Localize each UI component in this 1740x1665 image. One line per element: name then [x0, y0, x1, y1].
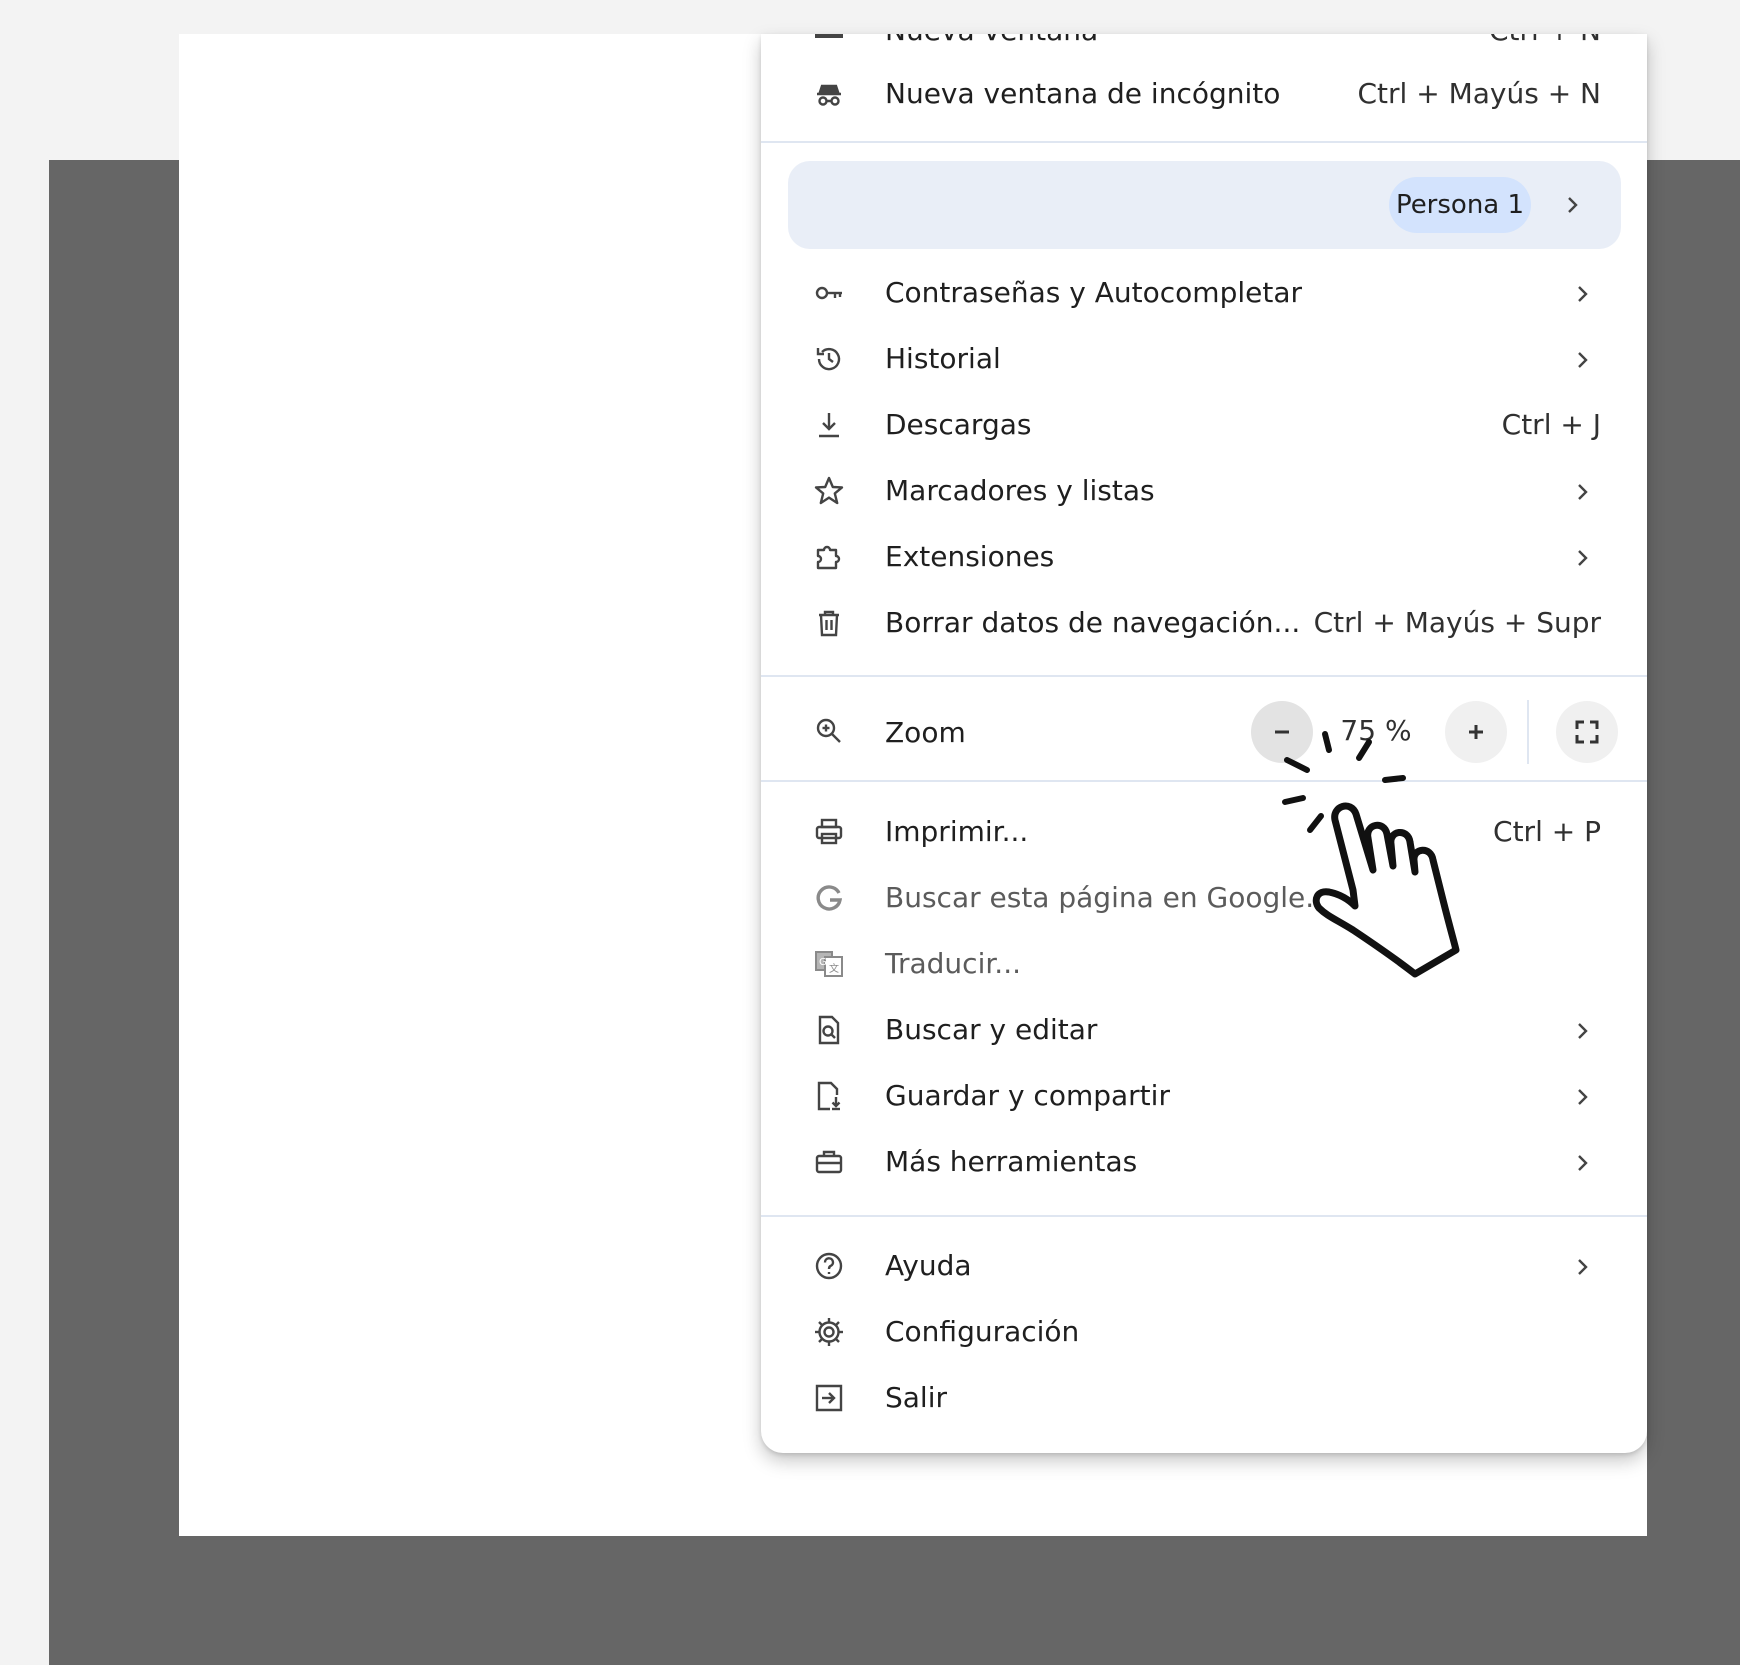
menu-item-extensions[interactable]: Extensiones	[761, 527, 1647, 587]
fullscreen-button[interactable]	[1556, 701, 1618, 763]
print-icon	[813, 816, 845, 848]
chevron-right-icon	[1573, 1151, 1593, 1175]
zoom-row: Zoom 75 %	[761, 680, 1647, 784]
passwords-label: Contraseñas y Autocompletar	[885, 276, 1302, 309]
translate-icon: G 文	[813, 948, 845, 980]
settings-label: Configuración	[885, 1315, 1080, 1348]
menu-item-print[interactable]: Imprimir... Ctrl + P	[761, 802, 1647, 862]
svg-text:G: G	[819, 957, 827, 968]
puzzle-icon	[813, 541, 845, 573]
zoom-out-button[interactable]	[1251, 701, 1313, 763]
downloads-shortcut: Ctrl + J	[1501, 408, 1601, 441]
clear-data-shortcut: Ctrl + Mayús + Supr	[1313, 606, 1601, 639]
zoom-label: Zoom	[885, 716, 966, 749]
menu-item-history[interactable]: Historial	[761, 329, 1647, 389]
chevron-right-icon	[1573, 1019, 1593, 1043]
incognito-icon	[813, 78, 845, 110]
chevron-right-icon	[1573, 282, 1593, 306]
separator	[761, 780, 1647, 782]
separator	[761, 675, 1647, 677]
history-icon	[813, 343, 845, 375]
toolbox-icon	[813, 1146, 845, 1178]
menu-item-more-tools[interactable]: Más herramientas	[761, 1132, 1647, 1192]
chevron-right-icon	[1573, 348, 1593, 372]
trash-icon	[813, 607, 845, 639]
key-icon	[813, 277, 845, 309]
bookmarks-label: Marcadores y listas	[885, 474, 1155, 507]
find-icon	[813, 1014, 845, 1046]
clear-data-label: Borrar datos de navegación...	[885, 606, 1301, 639]
profile-row[interactable]: Persona 1	[788, 161, 1621, 249]
history-label: Historial	[885, 342, 1001, 375]
separator	[761, 141, 1647, 143]
profile-name-pill: Persona 1	[1389, 177, 1531, 233]
incognito-shortcut: Ctrl + Mayús + N	[1357, 77, 1601, 110]
menu-item-downloads[interactable]: Descargas Ctrl + J	[761, 395, 1647, 455]
incognito-label: Nueva ventana de incógnito	[885, 77, 1281, 110]
chevron-right-icon	[1563, 193, 1583, 217]
chevron-right-icon	[1573, 1255, 1593, 1279]
svg-text:文: 文	[829, 962, 839, 975]
menu-item-find-edit[interactable]: Buscar y editar	[761, 1000, 1647, 1060]
save-share-icon	[813, 1080, 845, 1112]
download-icon	[813, 409, 845, 441]
search-google-label: Buscar esta página en Google...	[885, 881, 1332, 914]
menu-item-clear-data[interactable]: Borrar datos de navegación... Ctrl + May…	[761, 593, 1647, 653]
menu-item-incognito[interactable]: Nueva ventana de incógnito Ctrl + Mayús …	[761, 64, 1647, 124]
print-shortcut: Ctrl + P	[1493, 815, 1601, 848]
separator	[761, 1215, 1647, 1217]
menu-item-settings[interactable]: Configuración	[761, 1302, 1647, 1362]
extensions-label: Extensiones	[885, 540, 1055, 573]
menu-item-save-share[interactable]: Guardar y compartir	[761, 1066, 1647, 1126]
star-icon	[813, 475, 845, 507]
menu-item-search-google[interactable]: Buscar esta página en Google...	[761, 868, 1647, 928]
save-share-label: Guardar y compartir	[885, 1079, 1170, 1112]
google-icon	[813, 882, 845, 914]
menu-item-new-window[interactable]: Nueva ventana Ctrl + N	[761, 34, 1647, 48]
menu-item-help[interactable]: Ayuda	[761, 1236, 1647, 1296]
menu-item-bookmarks[interactable]: Marcadores y listas	[761, 461, 1647, 521]
gear-icon	[813, 1316, 845, 1348]
zoom-icon	[813, 715, 845, 747]
more-tools-label: Más herramientas	[885, 1145, 1138, 1178]
print-label: Imprimir...	[885, 815, 1029, 848]
help-icon	[813, 1250, 845, 1282]
menu-item-passwords[interactable]: Contraseñas y Autocompletar	[761, 263, 1647, 323]
menu-item-translate[interactable]: G 文 Traducir...	[761, 934, 1647, 994]
new-window-icon	[815, 34, 843, 38]
new-window-label: Nueva ventana	[885, 34, 1098, 48]
find-edit-label: Buscar y editar	[885, 1013, 1098, 1046]
exit-icon	[813, 1382, 845, 1414]
zoom-in-button[interactable]	[1445, 701, 1507, 763]
translate-label: Traducir...	[885, 947, 1021, 980]
zoom-value: 75 %	[1340, 714, 1412, 747]
chevron-right-icon	[1573, 480, 1593, 504]
zoom-divider	[1527, 700, 1529, 764]
new-window-shortcut: Ctrl + N	[1489, 34, 1601, 48]
chrome-main-menu: Nueva ventana Ctrl + N Nueva ventana de …	[761, 34, 1647, 1453]
exit-label: Salir	[885, 1381, 948, 1414]
downloads-label: Descargas	[885, 408, 1032, 441]
help-label: Ayuda	[885, 1249, 972, 1282]
chevron-right-icon	[1573, 1085, 1593, 1109]
chevron-right-icon	[1573, 546, 1593, 570]
menu-item-exit[interactable]: Salir	[761, 1368, 1647, 1428]
